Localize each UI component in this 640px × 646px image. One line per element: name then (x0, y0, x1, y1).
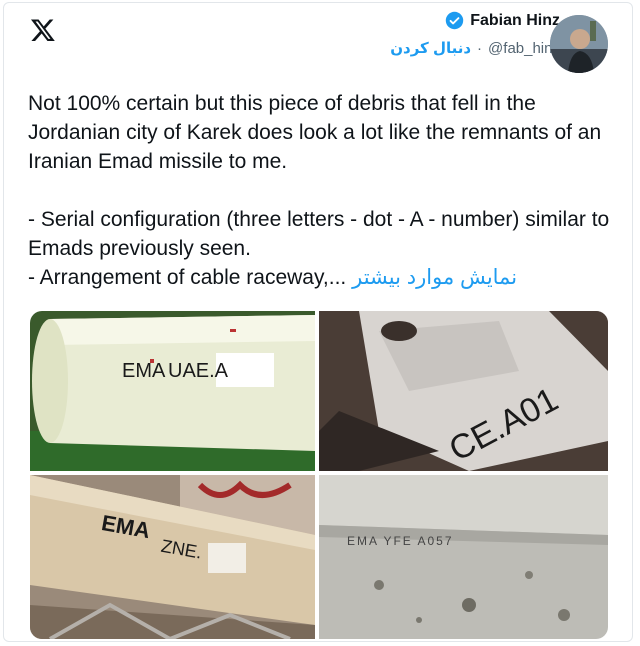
separator-dot: · (477, 39, 483, 57)
avatar[interactable] (550, 15, 608, 73)
photo-1-label-serial: UAE.A (168, 360, 229, 382)
tweet-text: Not 100% certain but this piece of debri… (28, 89, 618, 292)
media-grid: EMA UAE.A CE.A01 EMA ZNE. EMA YFE A057 (30, 311, 608, 639)
author-display-name[interactable]: Fabian Hinz (470, 12, 560, 30)
tweet-bullet-text: - Arrangement of cable raceway,... (28, 266, 347, 289)
media-photo-2[interactable]: CE.A01 (319, 311, 608, 471)
tweet-card: Fabian Hinz دنبال کردن · @fab_hinz Not 1… (3, 2, 633, 642)
media-photo-1[interactable]: EMA UAE.A (30, 311, 315, 471)
tweet-bullet: - Arrangement of cable raceway,... نمایش… (28, 263, 618, 292)
tweet-bullet: - Serial configuration (three letters - … (28, 208, 610, 260)
media-photo-3[interactable]: EMA ZNE. (30, 475, 315, 639)
photo-1-label-ema: EMA (122, 360, 166, 382)
x-logo-icon[interactable] (30, 17, 56, 43)
tweet-paragraph: Not 100% certain but this piece of debri… (28, 92, 602, 173)
show-more-link[interactable]: نمایش موارد بیشتر (352, 266, 517, 289)
verified-badge-icon (445, 11, 464, 30)
author-name-row: Fabian Hinz (445, 11, 560, 30)
follow-button[interactable]: دنبال کردن (390, 39, 471, 57)
media-photo-4[interactable]: EMA YFE A057 (319, 475, 608, 639)
author-meta-row: دنبال کردن · @fab_hinz (390, 39, 560, 58)
photo-4-label-serial: EMA YFE A057 (347, 534, 454, 548)
